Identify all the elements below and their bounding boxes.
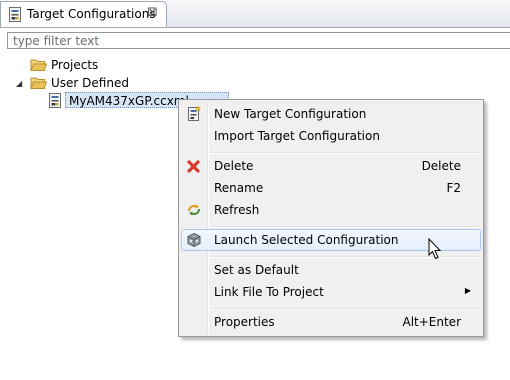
close-icon[interactable]: ⊠ — [147, 5, 158, 20]
menu-item-label: Refresh — [214, 203, 260, 217]
menu-item-label: Launch Selected Configuration — [214, 233, 399, 247]
menu-item-label: Properties — [214, 315, 275, 329]
menu-item-delete[interactable]: Delete Delete — [181, 155, 481, 177]
menu-item-rename[interactable]: Rename F2 — [181, 177, 481, 199]
menu-item-label: Delete — [214, 159, 254, 173]
delete-icon — [186, 158, 202, 174]
folder-open-icon — [30, 76, 48, 90]
refresh-icon — [186, 202, 202, 218]
menu-item-shortcut: Delete — [421, 159, 461, 173]
menu-item-label: Rename — [214, 181, 264, 195]
mouse-cursor-icon — [428, 237, 442, 260]
filter-input[interactable] — [7, 32, 510, 49]
menu-item-set-as-default[interactable]: Set as Default — [181, 259, 481, 281]
launch-debug-icon — [186, 232, 202, 248]
menu-item-refresh[interactable]: Refresh — [181, 199, 481, 221]
menu-item-import-target-configuration[interactable]: Import Target Configuration — [181, 125, 481, 147]
menu-item-label: Import Target Configuration — [214, 129, 380, 143]
new-target-config-icon — [186, 105, 202, 122]
menu-item-link-file-to-project[interactable]: Link File To Project ▶ — [181, 281, 481, 303]
target-config-icon — [8, 7, 22, 22]
tab-target-configurations[interactable]: Target Configurations ⊠ — [0, 1, 167, 27]
menu-separator — [210, 308, 480, 310]
menu-item-shortcut: F2 — [446, 181, 461, 195]
submenu-arrow-icon: ▶ — [464, 286, 471, 295]
folder-icon — [30, 58, 48, 72]
tree-item-label: User Defined — [51, 76, 129, 90]
menu-separator — [210, 226, 480, 228]
menu-item-label: Set as Default — [214, 263, 299, 277]
tree-item-label: Projects — [51, 58, 99, 72]
tab-title: Target Configurations — [27, 7, 156, 21]
context-menu: New Target Configuration Import Target C… — [178, 99, 484, 337]
menu-item-label: New Target Configuration — [214, 107, 367, 121]
menu-item-shortcut: Alt+Enter — [402, 315, 461, 329]
menu-item-properties[interactable]: Properties Alt+Enter — [181, 311, 481, 333]
expanded-arrow-icon[interactable]: ◢ — [16, 79, 22, 88]
menu-item-label: Link File To Project — [214, 285, 324, 299]
menu-separator — [210, 152, 480, 154]
view-tab-bar: Target Configurations ⊠ — [0, 0, 510, 28]
menu-item-new-target-configuration[interactable]: New Target Configuration — [181, 103, 481, 125]
ccxml-file-icon — [48, 93, 62, 108]
